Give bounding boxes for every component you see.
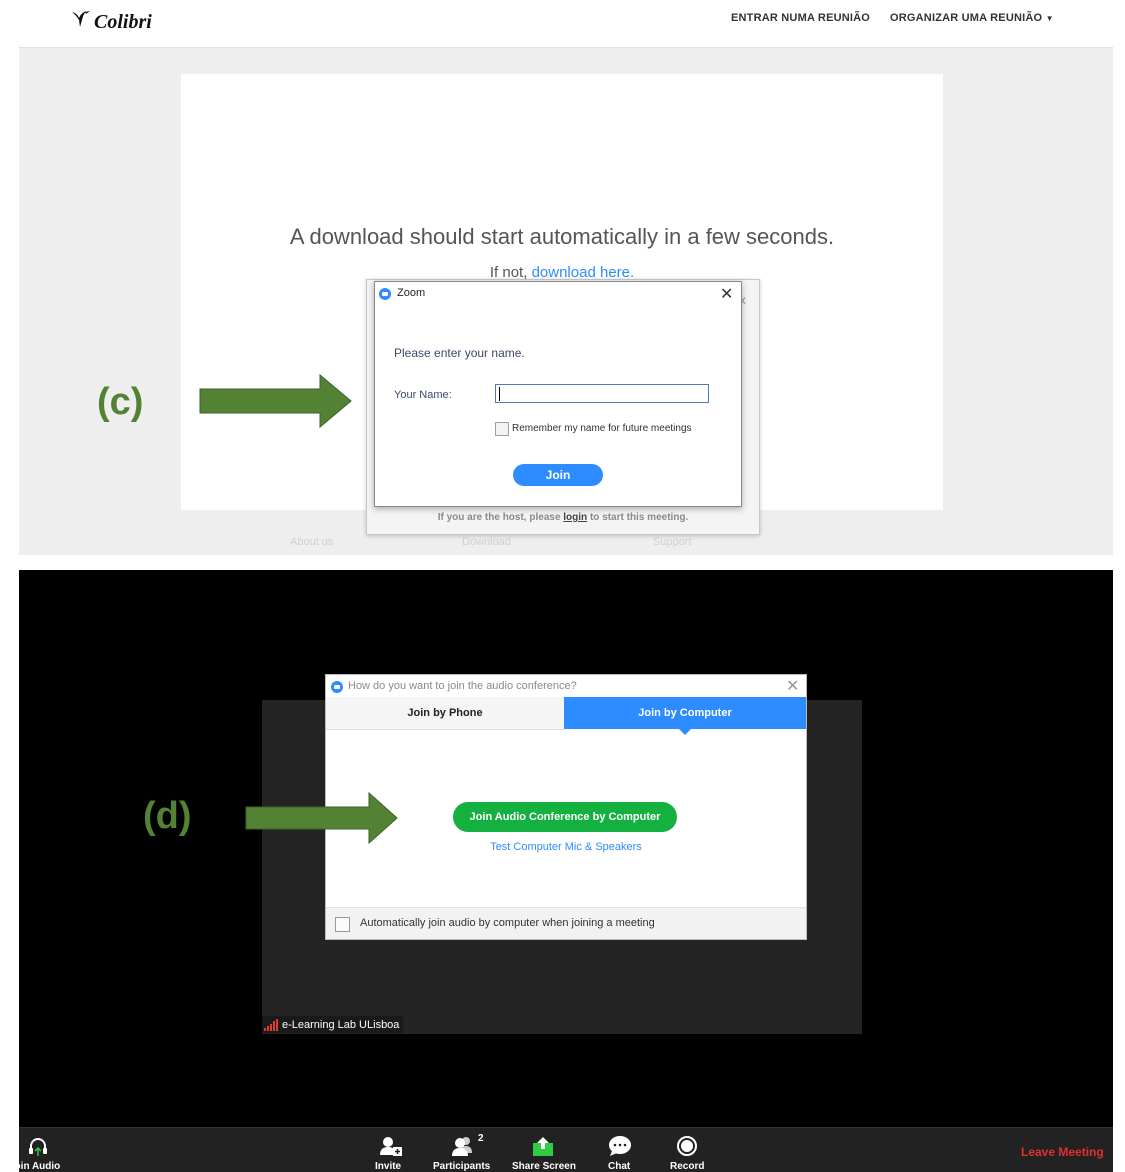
participants-button[interactable]: 2 Participants xyxy=(431,1128,495,1172)
download-message: A download should start automatically in… xyxy=(289,224,835,249)
enter-name-prompt: Please enter your name. xyxy=(394,346,525,360)
headphones-icon xyxy=(29,1138,47,1156)
close-icon[interactable]: ✕ xyxy=(720,284,733,304)
participants-icon xyxy=(452,1137,472,1156)
footer-download[interactable]: Download xyxy=(462,536,511,548)
auto-join-checkbox[interactable] xyxy=(335,917,350,932)
nav-host-meeting[interactable]: ORGANIZAR UMA REUNIÃO ▼ xyxy=(890,12,1054,24)
test-mic-speakers-text[interactable]: Test Computer Mic & Speakers xyxy=(490,841,642,853)
hummingbird-icon xyxy=(72,11,90,27)
footer-support[interactable]: Support xyxy=(653,536,692,548)
caret-down-icon: ▼ xyxy=(1045,14,1054,23)
nav-host-label: ORGANIZAR UMA REUNIÃO xyxy=(890,12,1043,24)
meeting-toolbar: Join Audio Invite 2 Participants xyxy=(19,1127,1113,1172)
top-navbar: Colibri ENTRAR NUMA REUNIÃO ORGANIZAR UM… xyxy=(19,0,1113,48)
zoom-meeting-window: e-Learning Lab ULisboa How do you want t… xyxy=(19,570,1113,1172)
speaker-name: e-Learning Lab ULisboa xyxy=(282,1018,400,1031)
zoom-logo-icon xyxy=(379,288,391,300)
remember-name-label[interactable]: Remember my name for future meetings xyxy=(512,423,692,434)
brand-logo[interactable]: Colibri xyxy=(71,10,152,34)
tab-join-by-phone[interactable]: Join by Phone xyxy=(326,697,564,730)
leave-meeting-button[interactable]: Leave Meeting xyxy=(1021,1145,1104,1159)
host-text-before: If you are the host, please xyxy=(437,512,564,523)
callout-label-c: (c) xyxy=(97,381,144,423)
active-tab-indicator xyxy=(679,729,691,735)
zoom-web-join-panel: Colibri ENTRAR NUMA REUNIÃO ORGANIZAR UM… xyxy=(19,0,1113,555)
dialog-titlebar: Zoom ✕ xyxy=(375,282,741,306)
share-screen-label: Share Screen xyxy=(512,1161,576,1172)
add-user-icon xyxy=(380,1137,402,1156)
enter-name-dialog: Zoom ✕ Please enter your name. Your Name… xyxy=(374,281,742,507)
arrow-right-icon xyxy=(199,373,352,429)
invite-button[interactable]: Invite xyxy=(371,1128,409,1172)
your-name-input[interactable] xyxy=(495,384,709,403)
record-button[interactable]: Record xyxy=(667,1128,707,1172)
speaker-label: e-Learning Lab ULisboa xyxy=(262,1016,404,1033)
your-name-label: Your Name: xyxy=(394,389,452,401)
chat-bubble-icon xyxy=(609,1136,631,1156)
dialog-title: Zoom xyxy=(397,287,426,299)
record-label: Record xyxy=(670,1161,705,1172)
brand-name: Colibri xyxy=(94,11,152,33)
signal-strength-icon xyxy=(264,1018,278,1031)
auto-join-label[interactable]: Automatically join audio by computer whe… xyxy=(360,917,655,929)
chat-button[interactable]: Chat xyxy=(603,1128,637,1172)
share-screen-icon xyxy=(533,1137,553,1156)
remember-name-checkbox[interactable] xyxy=(495,422,509,436)
arrow-right-icon xyxy=(245,791,398,845)
host-text-after: to start this meeting. xyxy=(587,512,689,523)
join-audio-by-computer-button[interactable]: Join Audio Conference by Computer xyxy=(453,802,677,832)
dialog-title: How do you want to join the audio confer… xyxy=(348,680,577,692)
zoom-logo-icon xyxy=(331,681,343,693)
join-button[interactable]: Join xyxy=(513,464,603,486)
participant-count: 2 xyxy=(478,1133,484,1144)
invite-label: Invite xyxy=(375,1161,402,1172)
host-login-line: If you are the host, please login to sta… xyxy=(367,512,759,523)
auto-join-bar: Automatically join audio by computer whe… xyxy=(326,907,806,939)
participants-label: Participants xyxy=(433,1161,491,1172)
nav-join-meeting[interactable]: ENTRAR NUMA REUNIÃO xyxy=(731,12,870,24)
chat-label: Chat xyxy=(608,1161,631,1172)
close-icon[interactable]: ✕ xyxy=(786,676,799,696)
join-audio-button[interactable]: Join Audio xyxy=(19,1128,69,1172)
callout-label-d: (d) xyxy=(143,795,192,837)
join-audio-label: Join Audio xyxy=(19,1161,61,1172)
tab-join-by-computer[interactable]: Join by Computer xyxy=(564,697,806,729)
host-login-link[interactable]: login xyxy=(563,512,587,523)
text-caret xyxy=(499,387,500,401)
record-icon xyxy=(677,1136,697,1156)
share-screen-button[interactable]: Share Screen xyxy=(509,1128,576,1172)
footer-about[interactable]: About us xyxy=(290,536,333,548)
